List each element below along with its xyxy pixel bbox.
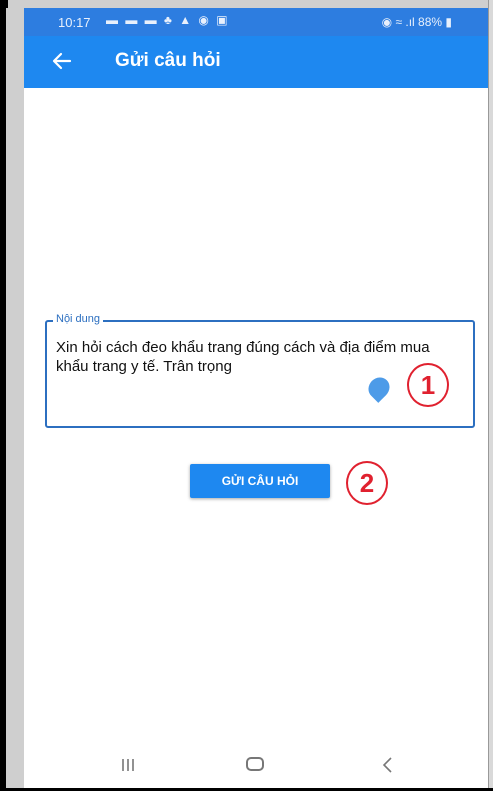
screenshot-frame-top	[0, 0, 493, 8]
content-field-value[interactable]: Xin hỏi cách đeo khẩu trang đúng cách và…	[56, 338, 466, 376]
submit-question-button[interactable]: GỬI CÂU HỎI	[190, 464, 330, 498]
back-arrow-icon[interactable]	[46, 45, 78, 77]
home-icon[interactable]	[246, 757, 264, 771]
notification-icons: ▬ ▬ ▬ ♣ ▲ ◉ ▣	[106, 13, 230, 27]
system-navigation-bar	[24, 746, 488, 788]
app-bar: Gửi câu hỏi	[24, 36, 488, 88]
recent-apps-icon[interactable]	[121, 758, 135, 772]
status-system-indicators: ◉ ≈ .ıl 88% ▮	[381, 15, 452, 29]
status-time: 10:17	[58, 15, 91, 30]
content-field-label: Nội dung	[53, 313, 104, 325]
phone-screen: 10:17 ▬ ▬ ▬ ♣ ▲ ◉ ▣ ◉ ≈ .ıl 88% ▮ Gửi câ…	[24, 8, 488, 788]
screenshot-frame-gutter	[4, 8, 24, 791]
annotation-marker-2: 2	[346, 461, 388, 505]
nav-back-icon[interactable]	[380, 756, 394, 774]
page-title: Gửi câu hỏi	[115, 50, 221, 71]
annotation-marker-1: 1	[407, 363, 449, 407]
screenshot-frame-right	[488, 0, 493, 791]
status-bar: 10:17 ▬ ▬ ▬ ♣ ▲ ◉ ▣ ◉ ≈ .ıl 88% ▮	[24, 8, 488, 36]
